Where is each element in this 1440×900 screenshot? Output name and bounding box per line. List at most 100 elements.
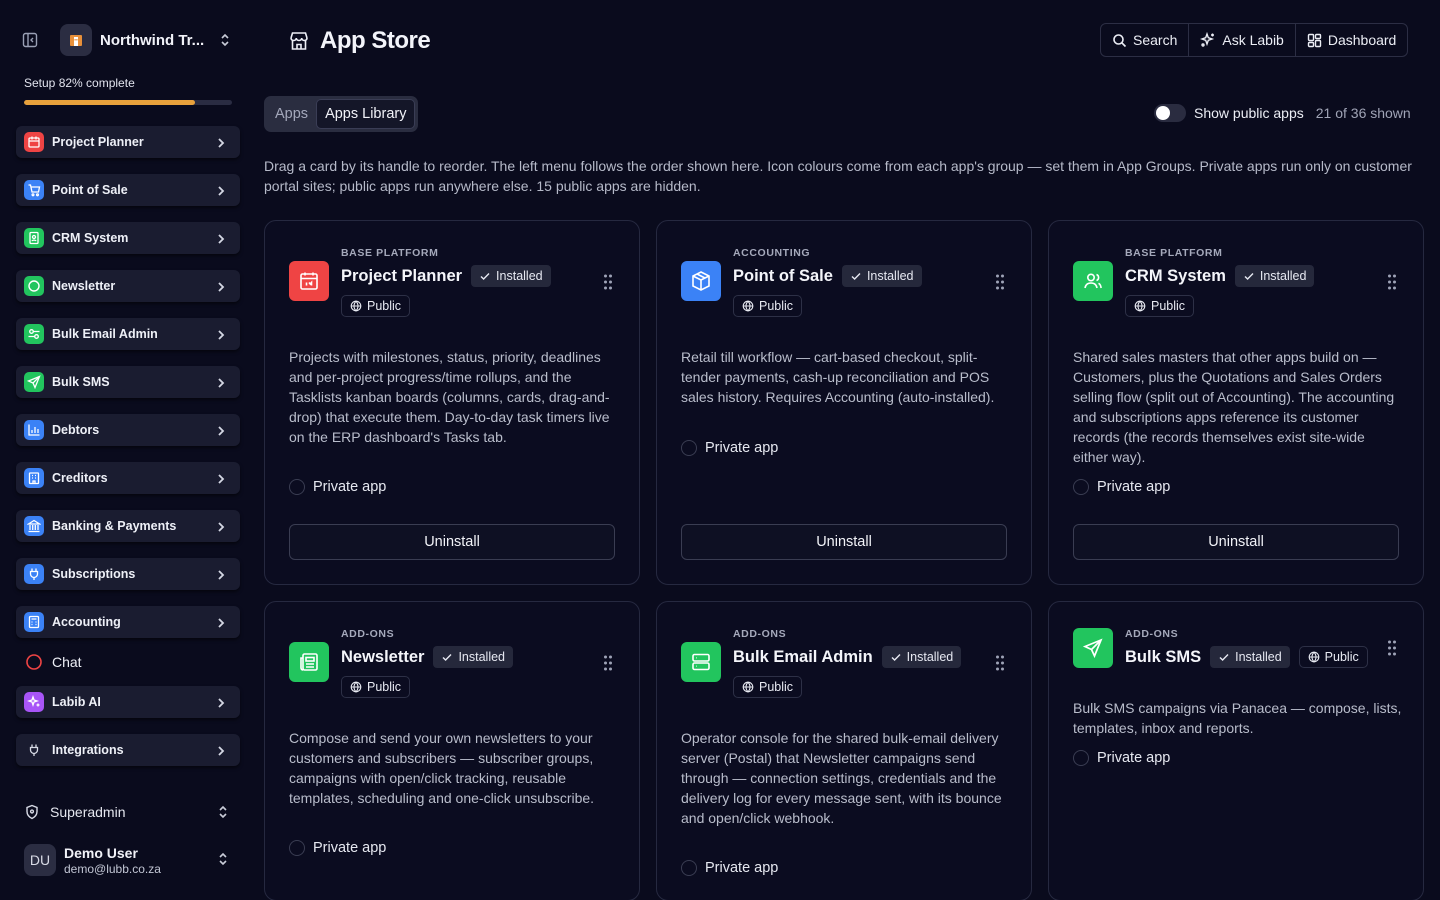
private-app-option[interactable]: Private app [681,440,778,456]
chevron-right-icon [214,424,228,438]
sidebar-toggle-icon[interactable] [22,32,38,48]
org-name: Northwind Tr... [100,31,205,49]
sidebar-item-label: Bulk Email Admin [52,327,158,341]
check-icon [1243,270,1255,282]
private-app-radio[interactable] [1073,750,1089,766]
installed-badge: Installed [433,646,514,668]
sidebar-item-label: Newsletter [52,279,116,293]
sidebar-item-point-of-sale[interactable]: Point of Sale [16,174,240,206]
private-app-radio[interactable] [1073,479,1089,495]
app-group-label: ACCOUNTING [733,247,811,259]
user-menu[interactable]: DU Demo User demo@lubb.co.za [16,838,240,882]
app-card: ADD-ONS Bulk SMS Installed Public Bulk SMS c… [1048,601,1424,900]
private-app-option[interactable]: Private app [1073,479,1170,495]
private-app-radio[interactable] [289,479,305,495]
check-icon [441,651,453,663]
globe-icon [350,300,362,312]
public-badge: Public [733,676,803,698]
uninstall-button[interactable]: Uninstall [1073,524,1399,560]
dashboard-button[interactable]: Dashboard [1296,24,1408,56]
sidebar-item-label: Subscriptions [52,567,136,581]
sidebar-item-debtors[interactable]: Debtors [16,414,240,446]
sidebar-item-accounting[interactable]: Accounting [16,606,240,638]
app-title-row: Newsletter Installed [341,646,514,668]
chevron-right-icon [214,184,228,198]
chevron-right-icon [214,744,228,758]
chevron-right-icon [214,696,228,710]
sidebar-item-label: Point of Sale [52,183,128,197]
check-icon [1218,651,1230,663]
chevrons-up-down-icon [216,852,230,866]
sidebar-item-chat[interactable]: Chat [16,646,240,678]
chevron-right-icon [214,136,228,150]
globe-icon [742,681,754,693]
sliders-icon [24,324,44,344]
public-apps-switch[interactable] [1154,104,1186,122]
show-public-apps-label: Show public apps [1194,105,1304,121]
app-title-row: Bulk Email Admin Installed [733,646,962,668]
app-description: Operator console for the shared bulk-ema… [681,730,1002,826]
private-app-option[interactable]: Private app [681,860,778,876]
private-app-radio[interactable] [681,860,697,876]
sidebar-item-banking-and-payments[interactable]: Banking & Payments [16,510,240,542]
view-tabs: Apps Apps Library [264,96,419,132]
circle-icon [24,276,44,296]
search-button-label: Search [1133,32,1178,48]
app-group-label: ADD-ONS [733,628,787,640]
sidebar-item-label: Integrations [52,743,124,757]
sidebar-item-integrations[interactable]: Integrations [16,734,240,766]
show-public-apps-toggle[interactable]: Show public apps 21 of 36 shown [1154,104,1411,122]
drag-handle-icon[interactable] [995,654,1005,672]
private-app-option[interactable]: Private app [1073,750,1170,766]
drag-handle-icon[interactable] [1387,639,1397,657]
sidebar-item-creditors[interactable]: Creditors [16,462,240,494]
private-app-radio[interactable] [681,440,697,456]
library-instructions: Drag a card by its handle to reorder. Th… [264,158,1412,194]
private-app-option[interactable]: Private app [289,840,386,856]
drag-handle-icon[interactable] [995,273,1005,291]
drag-handle-icon[interactable] [603,273,613,291]
installed-label: Installed [866,269,914,283]
tab-apps-library[interactable]: Apps Library [316,99,416,129]
ask-labib-button[interactable]: Ask Labib [1189,24,1296,56]
sidebar-item-subscriptions[interactable]: Subscriptions [16,558,240,590]
app-root: Northwind Tr... Setup 82% complete Proje… [0,0,1440,900]
sidebar-item-bulk-sms[interactable]: Bulk SMS [16,366,240,398]
app-description: Shared sales masters that other apps bui… [1073,349,1395,465]
globe-icon [350,681,362,693]
building-icon [24,468,44,488]
role-switcher[interactable]: Superadmin [16,796,240,828]
sparkle-icon [24,692,44,712]
installed-badge: Installed [841,265,922,287]
installed-badge: Installed [1234,265,1315,287]
uninstall-button[interactable]: Uninstall [681,524,1007,560]
public-label: Public [1151,299,1186,313]
public-badge: Public [733,295,803,317]
sidebar-item-labib-ai[interactable]: Labib AI [16,686,240,718]
app-group-label: ADD-ONS [341,628,395,640]
setup-progress-label: Setup 82% complete [24,76,135,90]
sidebar-item-crm-system[interactable]: CRM System [16,222,240,254]
search-button[interactable]: Search [1101,24,1190,56]
chat-icon [24,652,44,672]
drag-handle-icon[interactable] [1387,273,1397,291]
public-label: Public [367,680,402,694]
tab-apps[interactable]: Apps [267,99,316,129]
sidebar-item-bulk-email-admin[interactable]: Bulk Email Admin [16,318,240,350]
private-app-label: Private app [1097,479,1171,495]
org-switcher[interactable]: Northwind Tr... [60,24,244,56]
private-app-radio[interactable] [289,840,305,856]
app-description: Projects with milestones, status, priori… [289,349,610,445]
setup-progress-fill [24,100,195,105]
org-logo [60,24,92,56]
uninstall-button[interactable]: Uninstall [289,524,615,560]
private-app-option[interactable]: Private app [289,479,386,495]
installed-label: Installed [1259,269,1307,283]
app-card: BASE PLATFORM CRM System Installed Public Sh… [1048,220,1424,585]
drag-handle-icon[interactable] [603,654,613,672]
public-label: Public [759,299,794,313]
sidebar-item-project-planner[interactable]: Project Planner [16,126,240,158]
private-app-label: Private app [313,840,387,856]
sidebar-item-newsletter[interactable]: Newsletter [16,270,240,302]
app-title-row: Project Planner Installed [341,265,551,287]
